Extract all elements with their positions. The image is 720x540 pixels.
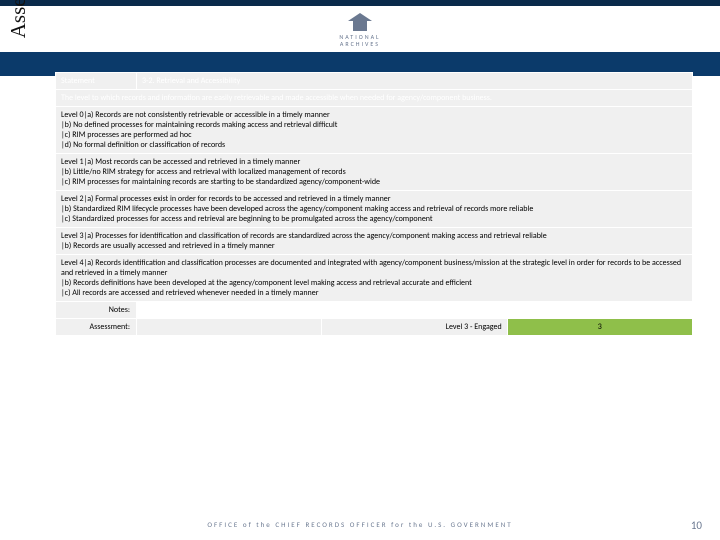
level-0-item-a: |a) Records are not consistently retriev… [84, 110, 330, 120]
level-2-row: Level 2|a) Formal processes exist in ord… [56, 191, 693, 228]
archives-logo: NATIONAL ARCHIVES [339, 11, 380, 47]
statement-label: Statement [56, 73, 137, 90]
level-1-cell: Level 1|a) Most records can be accessed … [56, 154, 693, 191]
level-4-item-b: |b) Records definitions have been develo… [61, 278, 472, 288]
notes-label: Notes: [56, 302, 137, 319]
level-3-item-b: |b) Records are usually accessed and ret… [61, 241, 275, 251]
assessment-score: 3 [507, 319, 692, 336]
level-4-cell: Level 4|a) Records identification and cl… [56, 255, 693, 302]
level-2-cell: Level 2|a) Formal processes exist in ord… [56, 191, 693, 228]
notes-row: Notes: [56, 302, 693, 319]
level-3-cell: Level 3|a) Processes for identification … [56, 228, 693, 255]
level-1-item-c: |c) RIM processes for maintaining record… [61, 177, 380, 187]
eagle-icon [345, 11, 375, 33]
level-4-item-a: |a) Records identification and classific… [61, 258, 681, 278]
assessment-spacer [137, 319, 322, 336]
level-0-cell: Level 0|a) Records are not consistently … [56, 107, 693, 154]
statement-desc-row: The level to which records and informati… [56, 90, 693, 107]
statement-code: 3-2. Retrieval and Accessibility [137, 73, 693, 90]
level-1-name: Level 1 [61, 157, 84, 167]
statement-row: Statement 3-2. Retrieval and Accessibili… [56, 73, 693, 90]
statement-description: The level to which records and informati… [56, 90, 693, 107]
level-0-item-c: |c) RIM processes are performed ad hoc [61, 130, 192, 140]
level-1-item-b: |b) Little/no RIM strategy for access an… [61, 167, 346, 177]
level-4-row: Level 4|a) Records identification and cl… [56, 255, 693, 302]
level-0-item-d: |d) No formal definition or classificati… [61, 140, 225, 150]
level-2-item-c: |c) Standardized processes for access an… [61, 214, 433, 224]
logo-text-bottom: ARCHIVES [339, 41, 380, 48]
assessment-row: Assessment: Level 3 - Engaged 3 [56, 319, 693, 336]
level-2-item-b: |b) Standardized RIM lifecycle processes… [61, 204, 533, 214]
assessment-result: Level 3 - Engaged [322, 319, 507, 336]
assessment-label: Assessment: [56, 319, 137, 336]
level-3-item-a: |a) Processes for identification and cla… [84, 231, 547, 241]
logo-strip: NATIONAL ARCHIVES [0, 6, 720, 52]
sidebar-title: Assessment Criteria Example [6, 0, 32, 84]
level-2-name: Level 2 [61, 194, 84, 204]
level-0-row: Level 0|a) Records are not consistently … [56, 107, 693, 154]
footer-line: OFFICE of the CHIEF RECORDS OFFICER for … [0, 520, 720, 532]
level-3-row: Level 3|a) Processes for identification … [56, 228, 693, 255]
level-4-name: Level 4 [61, 258, 84, 268]
page-number: 10 [691, 519, 702, 532]
slide-body: Statement 3-2. Retrieval and Accessibili… [55, 72, 693, 502]
level-4-item-c: |c) All records are accessed and retriev… [61, 288, 319, 298]
level-1-item-a: |a) Most records can be accessed and ret… [84, 157, 301, 167]
criteria-table: Statement 3-2. Retrieval and Accessibili… [55, 72, 693, 336]
level-2-item-a: |a) Formal processes exist in order for … [84, 194, 391, 204]
level-0-name: Level 0 [61, 110, 84, 120]
notes-body [137, 302, 693, 319]
level-3-name: Level 3 [61, 231, 84, 241]
level-0-item-b: |b) No defined processes for maintaining… [61, 120, 337, 130]
level-1-row: Level 1|a) Most records can be accessed … [56, 154, 693, 191]
